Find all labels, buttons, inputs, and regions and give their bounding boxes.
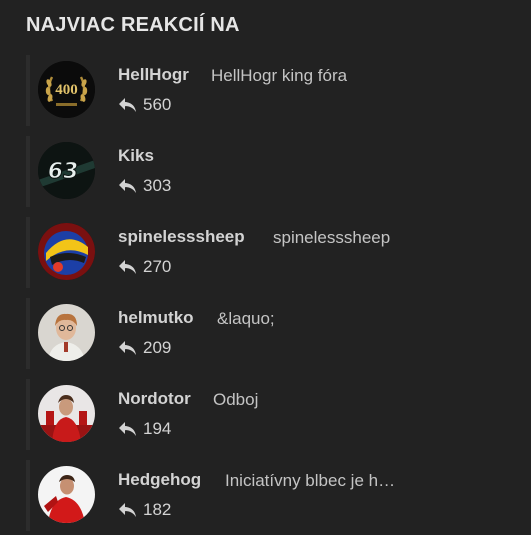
username[interactable]: Nordotor bbox=[118, 389, 191, 409]
list-item: 63 Kiks 303 bbox=[26, 136, 531, 207]
reply-arrow-icon bbox=[118, 421, 137, 437]
reply-arrow-icon bbox=[118, 502, 137, 518]
user-signature: Iniciatívny blbec je h… bbox=[225, 471, 396, 490]
most-reactions-widget: NAJVIAC REAKCIÍ NA 400 HellHogr HellHogr… bbox=[0, 0, 531, 535]
username[interactable]: spinelesssheep bbox=[118, 227, 245, 247]
racing-number-avatar-icon: 63 bbox=[38, 142, 95, 199]
reaction-count-value: 560 bbox=[143, 95, 172, 114]
avatar[interactable] bbox=[38, 223, 95, 280]
widget-title: NAJVIAC REAKCIÍ NA bbox=[26, 14, 240, 36]
reaction-count-value: 182 bbox=[143, 500, 172, 519]
reply-arrow-icon bbox=[118, 97, 137, 113]
user-signature: Odboj bbox=[213, 390, 259, 409]
reaction-count: 209 bbox=[118, 337, 171, 359]
reaction-count: 270 bbox=[118, 256, 171, 278]
reaction-count: 560 bbox=[118, 94, 171, 116]
avatar[interactable]: 63 bbox=[38, 142, 95, 199]
red-team-driver-avatar-icon bbox=[38, 385, 95, 442]
reply-arrow-icon bbox=[118, 178, 137, 194]
list-item: helmutko &laquo; 209 bbox=[26, 298, 531, 369]
laurel-badge-avatar-icon: 400 bbox=[38, 61, 95, 118]
user-list: 400 HellHogr HellHogr king fóra 560 63 K… bbox=[26, 55, 531, 535]
reaction-count-value: 270 bbox=[143, 257, 172, 276]
avatar[interactable] bbox=[38, 385, 95, 442]
avatar[interactable]: 400 bbox=[38, 61, 95, 118]
red-team-driver-white-avatar-icon bbox=[38, 466, 95, 523]
reply-arrow-icon bbox=[118, 340, 137, 356]
list-item: Nordotor Odboj 194 bbox=[26, 379, 531, 450]
username[interactable]: helmutko bbox=[118, 308, 194, 328]
reaction-count: 194 bbox=[118, 418, 171, 440]
list-item: Hedgehog Iniciatívny blbec je h… 182 bbox=[26, 460, 531, 531]
racing-helmet-avatar-icon bbox=[38, 223, 95, 280]
user-signature: HellHogr king fóra bbox=[211, 66, 348, 85]
avatar[interactable] bbox=[38, 304, 95, 361]
username[interactable]: Hedgehog bbox=[118, 470, 201, 490]
reply-arrow-icon bbox=[118, 259, 137, 275]
user-signature: spinelesssheep bbox=[273, 228, 391, 247]
reaction-count-value: 303 bbox=[143, 176, 172, 195]
person-portrait-avatar-icon bbox=[38, 304, 95, 361]
username[interactable]: HellHogr bbox=[118, 65, 189, 85]
svg-text:63: 63 bbox=[46, 158, 80, 184]
user-signature: &laquo; bbox=[217, 309, 275, 328]
svg-text:400: 400 bbox=[55, 82, 78, 98]
reaction-count-value: 194 bbox=[143, 419, 172, 438]
list-item: spinelesssheep spinelesssheep 270 bbox=[26, 217, 531, 288]
username[interactable]: Kiks bbox=[118, 146, 154, 166]
reaction-count: 182 bbox=[118, 499, 171, 521]
reaction-count: 303 bbox=[118, 175, 171, 197]
reaction-count-value: 209 bbox=[143, 338, 172, 357]
list-item: 400 HellHogr HellHogr king fóra 560 bbox=[26, 55, 531, 126]
avatar[interactable] bbox=[38, 466, 95, 523]
